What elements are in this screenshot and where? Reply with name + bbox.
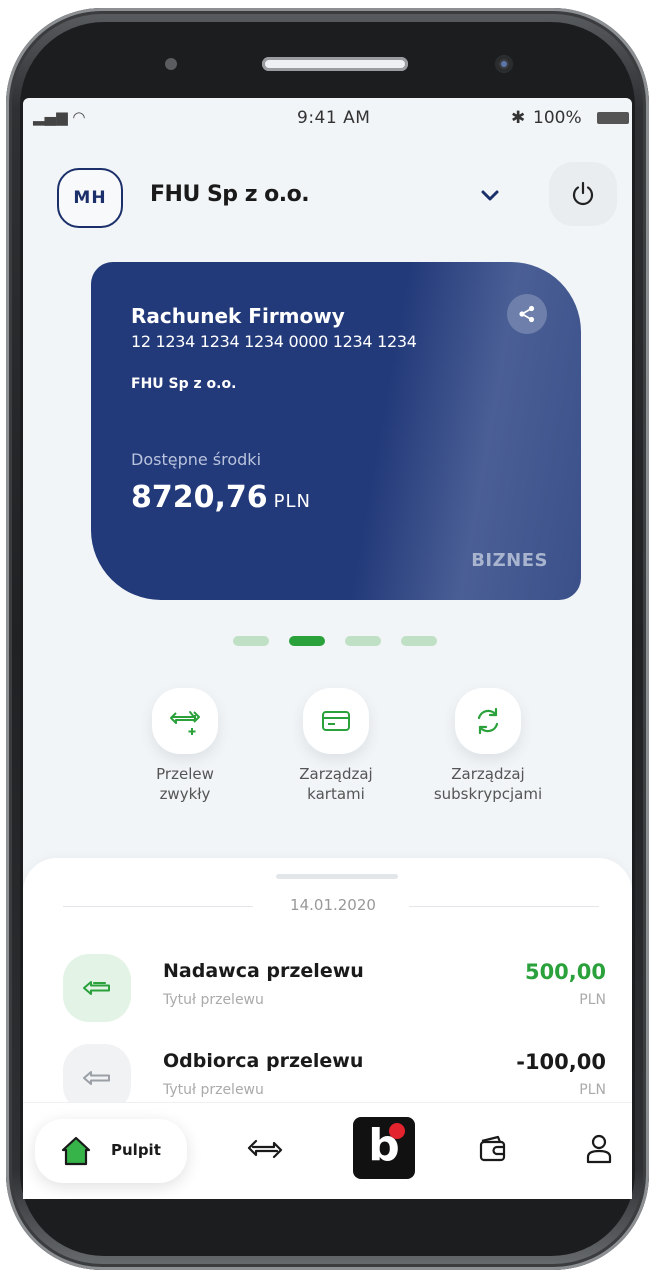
manage-subscriptions-button[interactable] — [455, 688, 521, 754]
manage-cards-button[interactable] — [303, 688, 369, 754]
transaction-amount: -100,00 — [516, 1050, 606, 1074]
blik-dot-icon — [389, 1123, 405, 1139]
history-date: 14.01.2020 — [290, 896, 376, 914]
transaction-subtitle: Tytuł przelewu — [163, 992, 264, 1008]
quick-action-label: kartami — [307, 785, 365, 803]
quick-action-label: subskrypcjami — [433, 785, 543, 803]
transfer-icon — [247, 1139, 283, 1159]
quick-action-label: Przelew — [156, 765, 214, 783]
nav-item-profile[interactable] — [577, 1127, 621, 1171]
home-icon — [61, 1136, 91, 1166]
wallet-icon — [479, 1135, 506, 1162]
pager-dot[interactable] — [233, 636, 269, 646]
available-funds-label: Dostępne środki — [131, 450, 262, 469]
transaction-amount: 500,00 — [524, 960, 606, 984]
blik-button[interactable]: b — [353, 1117, 415, 1179]
avatar[interactable]: MH — [57, 168, 123, 228]
divider — [63, 906, 253, 907]
pager-dot-active[interactable] — [289, 636, 325, 646]
transaction-subtitle: Tytuł przelewu — [163, 1082, 264, 1098]
quick-action-subscriptions[interactable]: Zarządzaj subskrypcjami — [418, 688, 558, 804]
refresh-icon — [477, 707, 499, 735]
nav-item-home[interactable]: Pulpit — [35, 1119, 187, 1183]
transaction-title: Odbiorca przelewu — [163, 1050, 364, 1072]
account-name: Rachunek Firmowy — [131, 304, 345, 328]
transfer-plus-icon — [170, 706, 200, 735]
nav-item-wallet[interactable] — [471, 1127, 515, 1171]
app-screen: ▂▄▆ ◠ 9:41 AM ✱ 100% MH FHU Sp z o.o. Ra… — [23, 98, 632, 1199]
profile-icon — [586, 1134, 612, 1164]
transaction-title: Nadawca przelewu — [163, 960, 364, 982]
transaction-currency: PLN — [579, 1082, 606, 1098]
card-icon — [322, 711, 350, 731]
pager-dot[interactable] — [345, 636, 381, 646]
quick-action-label: Zarządzaj — [299, 765, 373, 783]
signal-wifi-icon: ▂▄▆ ◠ — [33, 108, 86, 126]
transaction-currency: PLN — [579, 992, 606, 1008]
transaction-row[interactable]: Nadawca przelewu Tytuł przelewu 500,00 P… — [23, 948, 632, 1028]
drag-handle[interactable] — [276, 874, 398, 879]
pager-dot[interactable] — [401, 636, 437, 646]
incoming-transfer-icon — [63, 954, 131, 1022]
account-number: 12 1234 1234 1234 0000 1234 1234 — [131, 332, 417, 351]
speaker-grille — [262, 57, 408, 71]
balance-value: 8720,76 — [131, 480, 268, 515]
status-time: 9:41 AM — [297, 108, 371, 128]
chevron-down-icon[interactable] — [477, 182, 503, 208]
quick-action-cards[interactable]: Zarządzaj kartami — [266, 688, 406, 804]
account-card[interactable]: Rachunek Firmowy 12 1234 1234 1234 0000 … — [91, 262, 581, 600]
divider — [409, 906, 599, 907]
balance-currency: PLN — [273, 491, 311, 512]
power-icon — [572, 181, 594, 206]
nav-home-label: Pulpit — [111, 1141, 161, 1159]
bottom-navigation: Pulpit b — [23, 1102, 632, 1199]
quick-action-transfer[interactable]: Przelew zwykły — [115, 688, 255, 804]
front-camera-icon — [495, 55, 513, 73]
share-icon — [519, 305, 535, 323]
company-name[interactable]: FHU Sp z o.o. — [150, 182, 310, 207]
quick-action-label: zwykły — [159, 785, 211, 803]
status-bar: ▂▄▆ ◠ 9:41 AM ✱ 100% — [23, 98, 632, 140]
logout-button[interactable] — [549, 162, 617, 226]
bluetooth-icon: ✱ — [511, 108, 526, 128]
account-owner: FHU Sp z o.o. — [131, 376, 237, 392]
account-type-label: BIZNES — [471, 550, 548, 571]
battery-level: 100% — [533, 108, 582, 128]
transfer-button[interactable] — [152, 688, 218, 754]
share-button[interactable] — [507, 294, 547, 334]
quick-action-label: Zarządzaj — [451, 765, 525, 783]
nav-item-transfers[interactable] — [243, 1127, 287, 1171]
sensor-icon — [165, 58, 177, 70]
battery-icon — [597, 112, 629, 124]
account-balance: 8720,76 PLN — [131, 480, 311, 515]
